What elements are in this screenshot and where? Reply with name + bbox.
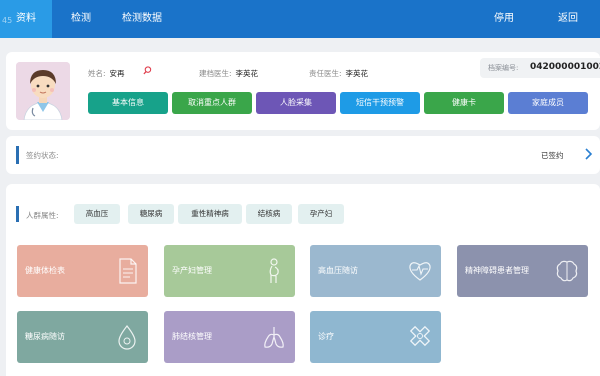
tag-maternal[interactable]: 孕产妇 [298, 204, 344, 224]
profile-card: 姓名: 安再 建档医生: 李英花 责任医生: 李英花 档案编号: 0420000010… [6, 52, 600, 130]
brain-icon [556, 260, 578, 282]
tile-hypertension-followup[interactable]: 高血压随访 [310, 245, 441, 297]
tile-mental-disorder-management[interactable]: 精神障碍患者管理 [457, 245, 588, 297]
sign-status-value: 已签约 [541, 151, 564, 160]
tab-label: 检测 [71, 13, 91, 24]
button-label: 家庭成员 [532, 98, 564, 107]
avatar [16, 62, 70, 120]
tile-maternal-management[interactable]: 孕产妇管理 [164, 245, 295, 297]
file-number-box: 档案编号: 0420000010023 [480, 58, 600, 78]
tag-label: 孕产妇 [309, 209, 333, 218]
tag-label: 糖尿病 [139, 209, 163, 218]
tag-label: 结核病 [257, 209, 281, 218]
tile-label: 糖尿病随访 [25, 332, 65, 341]
pregnant-icon [269, 258, 279, 283]
tile-label: 诊疗 [318, 332, 334, 341]
tab-label: 检测数据 [122, 13, 162, 24]
tab-detect-data[interactable]: 检测数据 [110, 0, 174, 38]
basic-info-button[interactable]: 基本信息 [88, 92, 168, 114]
top-nav-bar: 45 资料 检测 检测数据 停用 返回 [0, 0, 600, 38]
creator-label: 建档医生: [199, 69, 232, 78]
section-marker [16, 206, 19, 222]
sms-alert-button[interactable]: 短信干预预警 [340, 92, 420, 114]
button-label: 健康卡 [452, 98, 476, 107]
heart-pulse-icon [409, 262, 431, 281]
tile-label: 高血压随访 [318, 266, 358, 275]
tag-diabetes[interactable]: 糖尿病 [128, 204, 174, 224]
tile-health-exam[interactable]: 健康体检表 [17, 245, 148, 297]
name-label: 姓名: [88, 69, 106, 78]
tab-profile[interactable]: 45 资料 [0, 0, 52, 38]
disable-button[interactable]: 停用 [484, 0, 524, 38]
cancel-key-group-button[interactable]: 取消重点人群 [172, 92, 252, 114]
button-label: 人脸采集 [280, 98, 312, 107]
document-icon [119, 258, 137, 284]
main-panel: 人群属性: 高血压 糖尿病 重性精神病 结核病 孕产妇 健康体检表 孕产妇管理 … [6, 184, 600, 376]
section-marker [16, 146, 19, 164]
tile-label: 孕产妇管理 [172, 266, 212, 275]
tag-hypertension[interactable]: 高血压 [74, 204, 120, 224]
sign-status-label: 签约状态: [26, 151, 59, 160]
doctor-label: 责任医生: [309, 69, 342, 78]
file-number-label: 档案编号: [488, 64, 519, 72]
button-label: 短信干预预警 [356, 98, 404, 107]
back-button[interactable]: 返回 [548, 0, 588, 38]
button-label: 取消重点人群 [188, 98, 236, 107]
medical-cross-icon [409, 325, 431, 347]
family-members-button[interactable]: 家庭成员 [508, 92, 588, 114]
doctor-field: 责任医生: 李英花 [309, 68, 368, 79]
disable-label: 停用 [494, 13, 514, 24]
creator-value: 李英花 [235, 69, 259, 78]
doctor-avatar-icon [16, 62, 70, 120]
sign-status-row[interactable]: 签约状态: 已签约 [6, 136, 600, 174]
tag-tuberculosis[interactable]: 结核病 [246, 204, 292, 224]
creator-field: 建档医生: 李英花 [199, 68, 258, 79]
tile-label: 肺结核管理 [172, 332, 212, 341]
file-number-value: 0420000010023 [530, 62, 600, 72]
tab-label: 资料 [16, 13, 36, 24]
doctor-value: 李英花 [345, 69, 369, 78]
tile-diabetes-followup[interactable]: 糖尿病随访 [17, 311, 148, 363]
tab-ghost-text: 45 [2, 16, 13, 25]
tile-label: 精神障碍患者管理 [465, 266, 529, 275]
search-icon[interactable] [143, 66, 152, 75]
tile-label: 健康体检表 [25, 266, 65, 275]
name-field: 姓名: 安再 [88, 68, 125, 79]
population-label: 人群属性: [26, 211, 59, 220]
tag-mental-illness[interactable]: 重性精神病 [178, 204, 242, 224]
glucose-drop-icon [118, 325, 136, 350]
health-card-button[interactable]: 健康卡 [424, 92, 504, 114]
tile-diagnosis-treatment[interactable]: 诊疗 [310, 311, 441, 363]
chevron-right-icon[interactable] [583, 147, 593, 161]
back-label: 返回 [558, 13, 578, 24]
tag-label: 高血压 [85, 209, 109, 218]
tab-detect[interactable]: 检测 [52, 0, 110, 38]
tag-label: 重性精神病 [191, 209, 229, 218]
name-value: 安再 [109, 69, 125, 78]
tile-tuberculosis-management[interactable]: 肺结核管理 [164, 311, 295, 363]
face-capture-button[interactable]: 人脸采集 [256, 92, 336, 114]
lungs-icon [264, 327, 284, 348]
button-label: 基本信息 [112, 98, 144, 107]
